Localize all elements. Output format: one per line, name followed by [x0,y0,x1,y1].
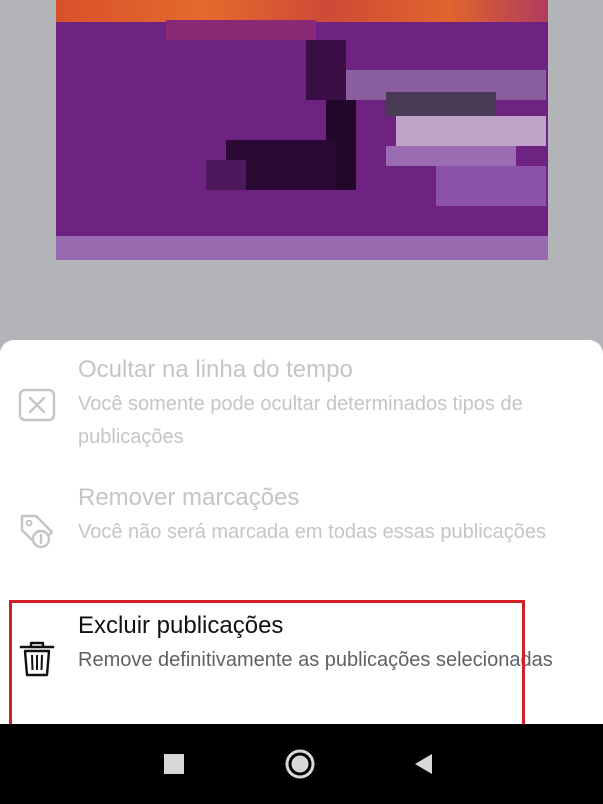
home-circle-icon[interactable] [280,744,320,784]
tag-remove-icon [20,514,54,549]
blurred-post-image [56,0,548,260]
recents-square-icon[interactable] [154,744,194,784]
close-box-icon [18,388,56,422]
highlight-box [9,600,525,728]
dimmed-background[interactable] [0,0,603,345]
option-description: Você somente pode ocultar determinados t… [78,393,523,448]
option-title: Remover marcações [78,484,300,511]
android-navigation-bar [0,724,603,804]
option-hide-from-timeline[interactable]: Ocultar na linha do tempo Você somente p… [0,350,603,460]
back-triangle-icon[interactable] [404,744,444,784]
option-description: Você não será marcada em todas essas pub… [78,521,547,543]
option-title: Ocultar na linha do tempo [78,356,353,383]
option-remove-tags[interactable]: Remover marcações Você não será marcada … [0,478,603,588]
